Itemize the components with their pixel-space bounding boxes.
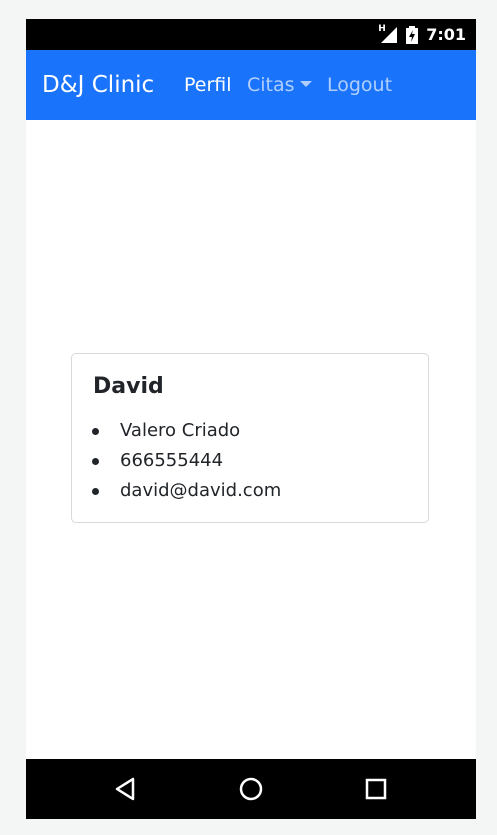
android-nav-bar — [26, 759, 476, 819]
home-icon[interactable] — [236, 774, 266, 804]
status-time: 7:01 — [426, 25, 466, 44]
navbar-brand[interactable]: D&J Clinic — [42, 50, 154, 120]
nav-item-label: Citas — [247, 74, 295, 96]
detail-surname: Valero Criado — [120, 420, 241, 441]
list-item: david@david.com — [92, 476, 281, 506]
nav-item-perfil[interactable]: Perfil — [184, 50, 232, 120]
battery-icon — [406, 25, 419, 44]
back-icon[interactable] — [111, 774, 141, 804]
nav-item-logout[interactable]: Logout — [327, 50, 392, 120]
bullet-icon — [92, 458, 99, 465]
bullet-icon — [92, 488, 99, 495]
signal-icon: H — [378, 24, 398, 44]
status-bar: H 7:01 — [26, 19, 476, 50]
detail-email: david@david.com — [120, 480, 282, 501]
nav-item-label: Logout — [327, 74, 393, 96]
card-title: David — [93, 374, 164, 399]
recents-icon[interactable] — [361, 774, 391, 804]
device-screen: H 7:01 D&J Clinic Perfil Citas Logout Da… — [26, 19, 476, 819]
detail-phone: 666555444 — [120, 450, 224, 471]
nav-item-citas[interactable]: Citas — [247, 50, 312, 120]
profile-details-list: Valero Criado 666555444 david@david.com — [92, 416, 281, 506]
status-icons: H 7:01 — [378, 19, 466, 50]
list-item: 666555444 — [92, 446, 281, 476]
bullet-icon — [92, 428, 99, 435]
profile-card: David Valero Criado 666555444 david@davi… — [71, 353, 429, 523]
top-navbar: D&J Clinic Perfil Citas Logout — [26, 50, 476, 120]
list-item: Valero Criado — [92, 416, 281, 446]
nav-item-label: Perfil — [184, 74, 232, 96]
caret-down-icon — [299, 80, 312, 87]
